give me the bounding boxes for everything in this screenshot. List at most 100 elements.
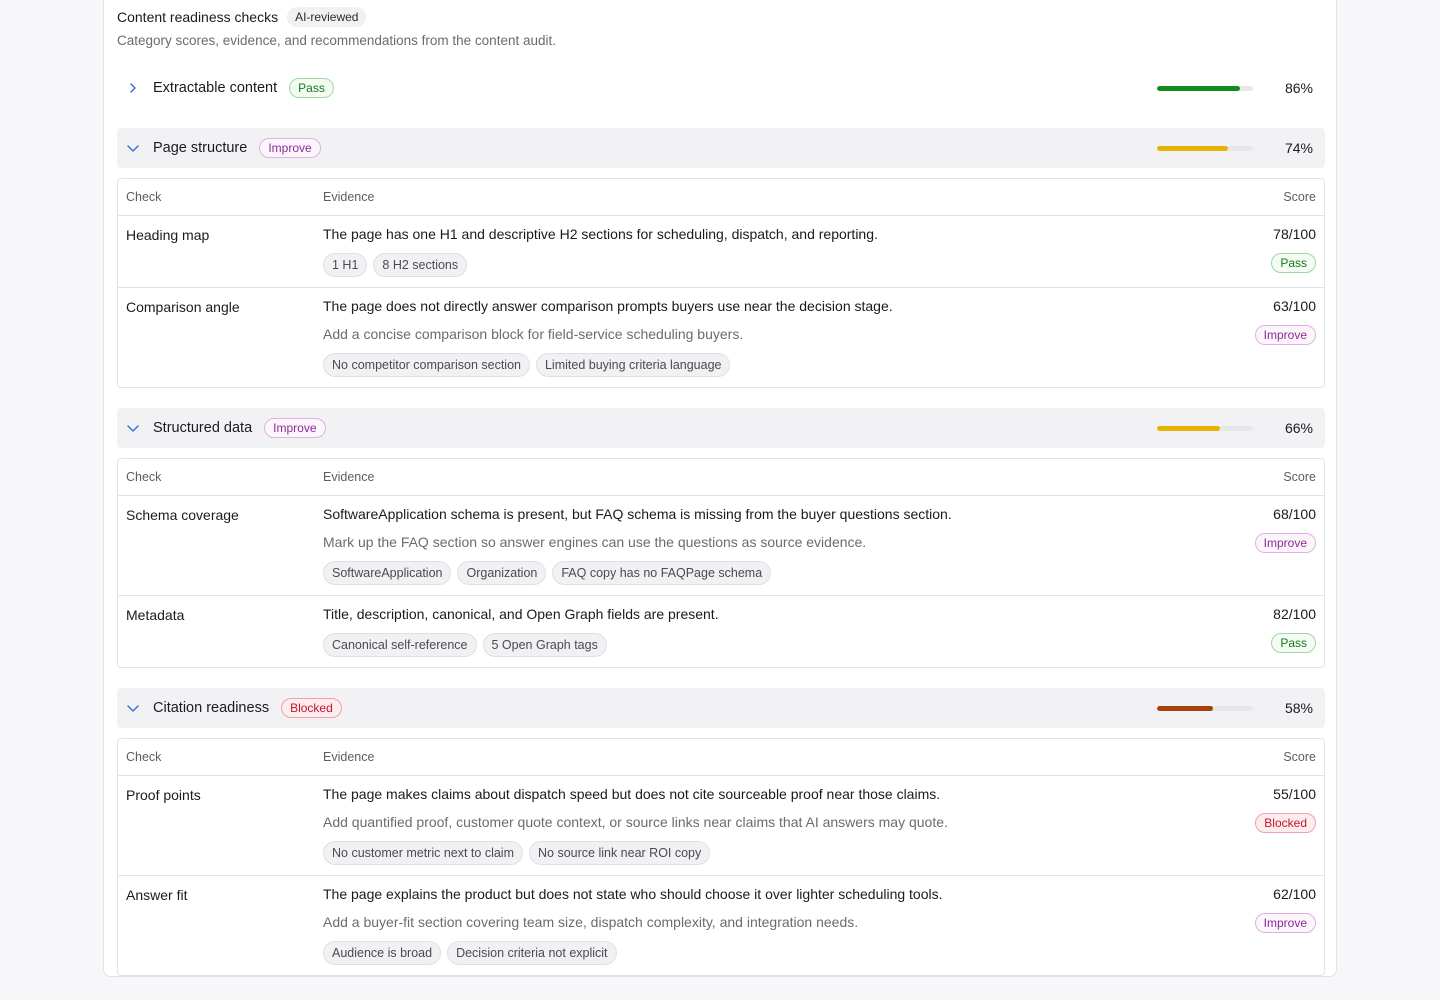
chevron-down-icon[interactable] <box>125 140 141 156</box>
evidence-tags: Audience is broad Decision criteria not e… <box>323 941 1164 965</box>
section-score-bar-fill <box>1157 425 1221 431</box>
evidence-cell: The page does not directly answer compar… <box>323 298 1164 377</box>
evidence-text: The page does not directly answer compar… <box>323 298 893 314</box>
evidence-text: The page makes claims about dispatch spe… <box>323 786 941 802</box>
evidence-tags: 1 H1 8 H2 sections <box>323 253 1164 277</box>
section-header-3[interactable]: Citation readiness Blocked 58% <box>117 688 1325 728</box>
evidence-cell: The page explains the product but does n… <box>323 886 1164 965</box>
section-0: Extractable content Pass 86% <box>117 68 1325 108</box>
checks-table: Check Evidence Score Proof points The page m… <box>117 738 1325 976</box>
section-status-badge: Pass <box>289 78 334 98</box>
score-cell: 55/100 Blocked <box>1164 786 1324 865</box>
category-sections: Extractable content Pass 86% Page structure… <box>117 68 1325 976</box>
section-percent: 86% <box>1284 80 1313 96</box>
table-row: Comparison angle The page does not direct… <box>118 288 1324 387</box>
evidence-text: The page explains the product but does n… <box>323 886 943 902</box>
evidence-tag: Organization <box>457 561 547 585</box>
evidence-tag: Canonical self-reference <box>323 633 477 657</box>
section-1: Page structure Improve 74% Check Evidence Sco… <box>117 128 1325 388</box>
col-header-check: Check <box>126 190 162 204</box>
chevron-right-icon[interactable] <box>125 80 141 96</box>
row-status-badge: Improve <box>1254 913 1316 933</box>
check-name: Comparison angle <box>126 299 240 315</box>
checks-table: Check Evidence Score Schema coverage Softwar… <box>117 458 1325 668</box>
section-score-bar <box>1157 145 1253 151</box>
evidence-tag: 5 Open Graph tags <box>482 633 607 657</box>
evidence-tag: Limited buying criteria language <box>535 353 731 377</box>
table-row: Answer fit The page explains the product … <box>118 876 1324 975</box>
section-header-0[interactable]: Extractable content Pass 86% <box>117 68 1325 108</box>
evidence-tags: Canonical self-reference 5 Open Graph tag… <box>323 633 1164 657</box>
card-subtitle: Category scores, evidence, and recommend… <box>117 33 556 48</box>
col-header-score: Score <box>1283 190 1316 204</box>
score-value: 55/100 <box>1273 786 1316 802</box>
check-name: Heading map <box>126 227 210 243</box>
row-status-badge: Pass <box>1271 633 1316 653</box>
section-percent: 66% <box>1284 420 1313 436</box>
table-row: Heading map The page has one H1 and descr… <box>118 216 1324 288</box>
row-status-badge: Improve <box>1254 533 1316 553</box>
section-percent: 58% <box>1284 700 1313 716</box>
score-cell: 63/100 Improve <box>1164 298 1324 377</box>
chevron-down-icon[interactable] <box>125 700 141 716</box>
evidence-text: SoftwareApplication schema is present, b… <box>323 506 952 522</box>
evidence-tag: No competitor comparison section <box>323 353 530 377</box>
card-header: Content readiness checks AI-reviewed <box>117 7 1325 27</box>
section-status-badge: Improve <box>264 418 326 438</box>
row-status-badge: Pass <box>1271 253 1316 273</box>
table-header: Check Evidence Score <box>118 459 1324 496</box>
evidence-text: The page has one H1 and descriptive H2 s… <box>323 226 878 242</box>
table-row: Proof points The page makes claims about … <box>118 776 1324 876</box>
col-header-score: Score <box>1283 750 1316 764</box>
section-header-1[interactable]: Page structure Improve 74% <box>117 128 1325 168</box>
content-readiness-card: Content readiness checks AI-reviewed Cat… <box>103 0 1337 977</box>
recommendation-text: Add quantified proof, customer quote con… <box>323 814 948 830</box>
score-value: 82/100 <box>1273 606 1316 622</box>
recommendation-text: Mark up the FAQ section so answer engine… <box>323 534 867 550</box>
col-header-score: Score <box>1283 470 1316 484</box>
score-value: 78/100 <box>1273 226 1316 242</box>
evidence-text: Title, description, canonical, and Open … <box>323 606 719 622</box>
section-score-bar-fill <box>1157 705 1213 711</box>
section-score-bar <box>1157 85 1253 91</box>
score-value: 62/100 <box>1273 886 1316 902</box>
chevron-down-icon[interactable] <box>125 420 141 436</box>
section-percent: 74% <box>1284 140 1313 156</box>
col-header-evidence: Evidence <box>323 190 375 204</box>
section-status-badge: Blocked <box>281 698 342 718</box>
col-header-check: Check <box>126 470 162 484</box>
section-3: Citation readiness Blocked 58% Check Evidenc… <box>117 688 1325 976</box>
recommendation-text: Add a buyer-fit section covering team si… <box>323 914 859 930</box>
table-row: Schema coverage SoftwareApplication schem… <box>118 496 1324 596</box>
evidence-tags: No customer metric next to claim No sourc… <box>323 841 1164 865</box>
section-2: Structured data Improve 66% Check Evidence Sc… <box>117 408 1325 668</box>
row-status-badge: Improve <box>1254 325 1316 345</box>
card-title: Content readiness checks <box>117 9 279 25</box>
evidence-tags: SoftwareApplication Organization FAQ copy … <box>323 561 1164 585</box>
check-name: Metadata <box>126 607 185 623</box>
ai-reviewed-badge: AI-reviewed <box>287 7 367 27</box>
section-name: Structured data <box>153 420 253 436</box>
score-cell: 62/100 Improve <box>1164 886 1324 965</box>
check-name: Schema coverage <box>126 507 239 523</box>
evidence-tag: No source link near ROI copy <box>529 841 711 865</box>
check-name: Answer fit <box>126 887 188 903</box>
evidence-cell: SoftwareApplication schema is present, b… <box>323 506 1164 585</box>
section-name: Extractable content <box>153 80 278 96</box>
evidence-tag: Decision criteria not explicit <box>447 941 617 965</box>
score-value: 68/100 <box>1273 506 1316 522</box>
section-name: Citation readiness <box>153 700 270 716</box>
section-score-bar <box>1157 425 1253 431</box>
evidence-tag: FAQ copy has no FAQPage schema <box>552 561 772 585</box>
check-name: Proof points <box>126 787 201 803</box>
section-status-badge: Improve <box>259 138 321 158</box>
section-score-bar-fill <box>1157 85 1240 91</box>
checks-table: Check Evidence Score Heading map The page ha… <box>117 178 1325 388</box>
evidence-tag: 8 H2 sections <box>373 253 468 277</box>
card-content: Content readiness checks AI-reviewed Cat… <box>117 7 1325 976</box>
section-header-2[interactable]: Structured data Improve 66% <box>117 408 1325 448</box>
table-header: Check Evidence Score <box>118 179 1324 216</box>
table-row: Metadata Title, description, canonical, a… <box>118 596 1324 667</box>
col-header-evidence: Evidence <box>323 470 375 484</box>
recommendation-text: Add a concise comparison block for field… <box>323 326 744 342</box>
